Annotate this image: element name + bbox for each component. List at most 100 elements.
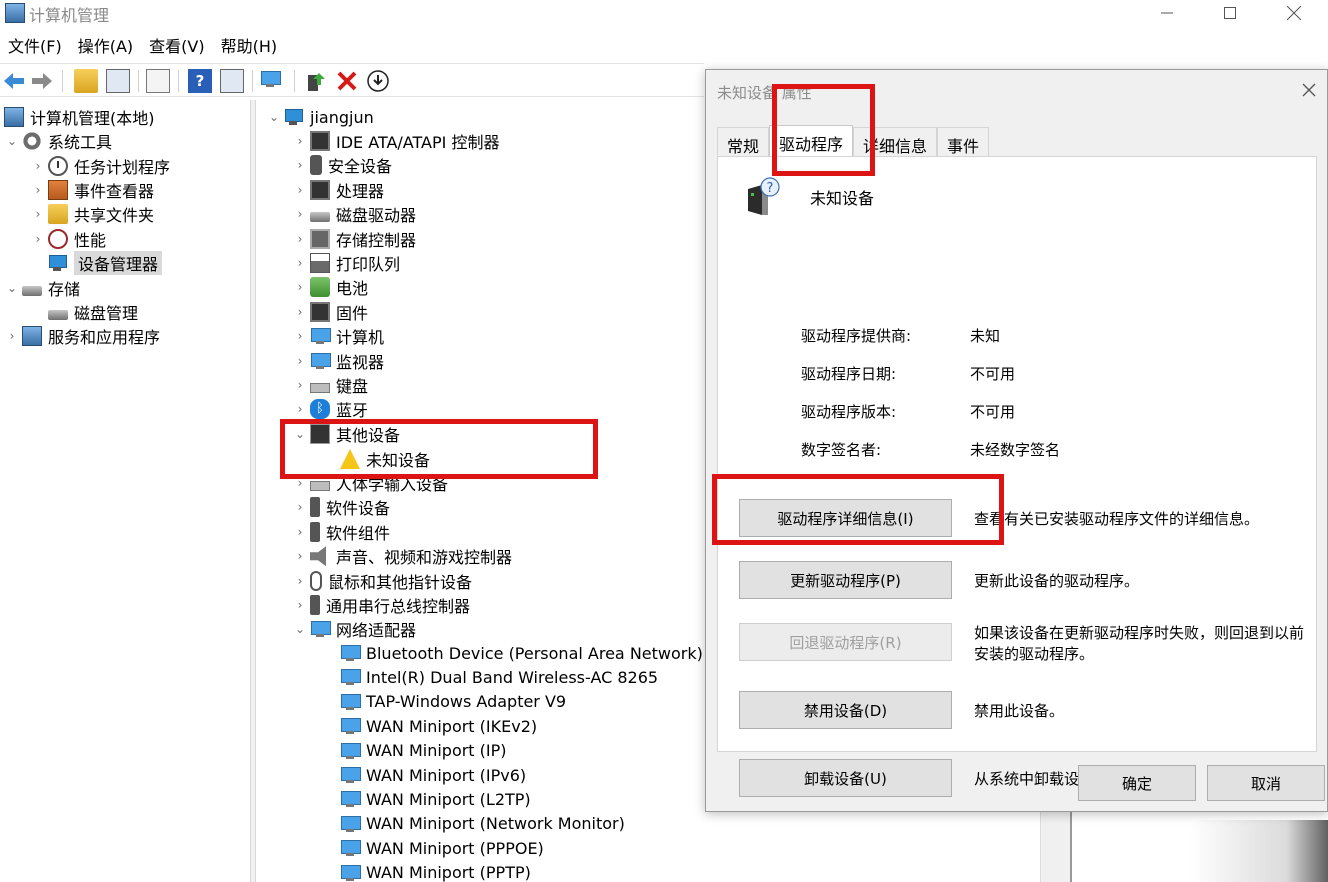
cancel-button[interactable]: 取消 [1207, 765, 1325, 801]
chevron-right-icon[interactable]: › [292, 549, 308, 563]
chevron-right-icon[interactable]: › [292, 207, 308, 221]
toolbar-separator [62, 70, 63, 92]
tree-item[interactable]: WAN Miniport (PPTP) [338, 861, 531, 882]
chevron-right-icon[interactable]: › [292, 598, 308, 612]
tree-computer-node[interactable]: ⌄ jiangjun [266, 105, 374, 129]
tree-item[interactable]: › 磁盘驱动器 [292, 202, 416, 226]
tree-item[interactable]: TAP-Windows Adapter V9 [338, 690, 566, 714]
tree-item[interactable]: Intel(R) Dual Band Wireless-AC 8265 [338, 665, 658, 689]
tree-task-scheduler[interactable]: › 任务计划程序 [30, 154, 170, 178]
chevron-right-icon[interactable]: › [30, 232, 46, 246]
up-folder-icon[interactable] [74, 69, 98, 93]
tree-item[interactable]: › 处理器 [292, 178, 384, 202]
tree-network-adapters[interactable]: ⌄ 网络适配器 [292, 617, 416, 641]
update-driver-button[interactable]: 更新驱动程序(P) [739, 561, 952, 599]
close-button[interactable] [1262, 0, 1326, 26]
chevron-right-icon[interactable]: › [4, 329, 20, 343]
chevron-down-icon[interactable]: ⌄ [4, 134, 20, 148]
menu-bar: 文件(F) 操作(A) 查看(V) 帮助(H) [0, 34, 285, 60]
tree-item[interactable]: › 监视器 [292, 349, 384, 373]
chevron-right-icon[interactable]: › [292, 500, 308, 514]
tree-item[interactable]: › 电池 [292, 275, 368, 299]
tree-storage[interactable]: ⌄ 存储 [4, 276, 80, 300]
chevron-right-icon[interactable]: › [292, 329, 308, 343]
chevron-right-icon[interactable]: › [292, 134, 308, 148]
chevron-right-icon[interactable]: › [30, 159, 46, 173]
tree-item[interactable]: › 固件 [292, 300, 368, 324]
speaker-icon [310, 546, 326, 567]
chevron-right-icon[interactable]: › [292, 402, 308, 416]
chevron-right-icon[interactable]: › [30, 207, 46, 221]
show-hide-tree-icon[interactable] [106, 69, 130, 93]
tab-general[interactable]: 常规 [717, 127, 770, 158]
menu-view[interactable]: 查看(V) [141, 34, 212, 60]
forward-arrow-icon[interactable] [30, 69, 54, 93]
chevron-right-icon[interactable]: › [292, 354, 308, 368]
tree-shared-folders[interactable]: › 共享文件夹 [30, 202, 154, 226]
tree-item[interactable]: › 鼠标和其他指针设备 [292, 569, 472, 593]
chevron-down-icon[interactable]: ⌄ [292, 622, 308, 636]
rollback-driver-button[interactable]: 回退驱动程序(R) [739, 623, 952, 661]
tree-item[interactable]: › 通用串行总线控制器 [292, 593, 470, 617]
tree-item[interactable]: › 软件组件 [292, 520, 390, 544]
tree-item[interactable]: › 声音、视频和游戏控制器 [292, 544, 512, 568]
ok-button[interactable]: 确定 [1078, 765, 1196, 801]
minimize-button[interactable] [1135, 0, 1199, 26]
menu-file[interactable]: 文件(F) [0, 34, 70, 60]
tree-label: 磁盘驱动器 [336, 206, 417, 226]
tree-item[interactable]: › 软件设备 [292, 495, 390, 519]
uninstall-device-button[interactable]: 卸载设备(U) [739, 759, 952, 797]
chevron-down-icon[interactable]: ⌄ [4, 281, 20, 295]
tree-item[interactable]: WAN Miniport (IKEv2) [338, 714, 537, 738]
tree-root[interactable]: 计算机管理(本地) [2, 105, 155, 129]
tree-item[interactable]: WAN Miniport (PPPOE) [338, 836, 544, 860]
disable-device-button[interactable]: 禁用设备(D) [739, 691, 952, 729]
help-icon[interactable]: ? [188, 69, 212, 93]
tree-label: Bluetooth Device (Personal Area Network) [366, 643, 703, 663]
maximize-button[interactable] [1198, 0, 1262, 26]
security-device-icon [310, 155, 322, 176]
menu-help[interactable]: 帮助(H) [213, 34, 286, 60]
tree-item[interactable]: WAN Miniport (Network Monitor) [338, 812, 625, 836]
tree-item[interactable]: Bluetooth Device (Personal Area Network) [338, 641, 703, 665]
tree-item[interactable]: › 键盘 [292, 373, 368, 397]
tree-performance[interactable]: › 性能 [30, 227, 106, 251]
chevron-right-icon[interactable]: › [292, 232, 308, 246]
tree-item[interactable]: › 打印队列 [292, 251, 400, 275]
chevron-right-icon[interactable]: › [292, 256, 308, 270]
download-circle-icon[interactable] [366, 69, 390, 93]
tab-events[interactable]: 事件 [937, 127, 990, 158]
back-arrow-icon[interactable] [2, 69, 26, 93]
tree-event-viewer[interactable]: › 事件查看器 [30, 178, 154, 202]
tree-label: WAN Miniport (IKEv2) [366, 716, 538, 736]
tree-device-manager[interactable]: 设备管理器 [46, 251, 163, 275]
chevron-right-icon[interactable]: › [292, 525, 308, 539]
tree-disk-management[interactable]: 磁盘管理 [46, 300, 138, 324]
unknown-device-icon: ? [748, 177, 780, 215]
close-icon[interactable] [1299, 80, 1319, 100]
tree-item[interactable]: WAN Miniport (IP) [338, 739, 507, 763]
tree-item[interactable]: › 存储控制器 [292, 227, 416, 251]
chevron-right-icon[interactable]: › [30, 183, 46, 197]
chevron-right-icon[interactable]: › [292, 574, 308, 588]
update-driver-icon[interactable] [305, 69, 329, 93]
properties-icon[interactable] [146, 69, 170, 93]
chevron-right-icon[interactable]: › [292, 378, 308, 392]
tree-item[interactable]: WAN Miniport (L2TP) [338, 787, 531, 811]
chevron-down-icon[interactable]: ⌄ [266, 110, 282, 124]
tree-system-tools[interactable]: ⌄ 系统工具 [4, 129, 112, 153]
tree-item[interactable]: › ᛒ 蓝牙 [292, 397, 368, 421]
uninstall-x-icon[interactable] [335, 69, 359, 93]
tree-item[interactable]: WAN Miniport (IPv6) [338, 763, 526, 787]
tree-item[interactable]: › IDE ATA/ATAPI 控制器 [292, 129, 499, 153]
tree-services-apps[interactable]: › 服务和应用程序 [4, 324, 160, 348]
chevron-right-icon[interactable]: › [292, 305, 308, 319]
menu-action[interactable]: 操作(A) [70, 34, 141, 60]
driver-details-desc: 查看有关已安装驱动程序文件的详细信息。 [974, 510, 1260, 528]
tree-item[interactable]: › 安全设备 [292, 153, 392, 177]
chevron-right-icon[interactable]: › [292, 280, 308, 294]
chevron-right-icon[interactable]: › [292, 183, 308, 197]
chevron-right-icon[interactable]: › [292, 158, 308, 172]
tree-item[interactable]: › 计算机 [292, 324, 384, 348]
action-pane-icon[interactable] [220, 69, 244, 93]
